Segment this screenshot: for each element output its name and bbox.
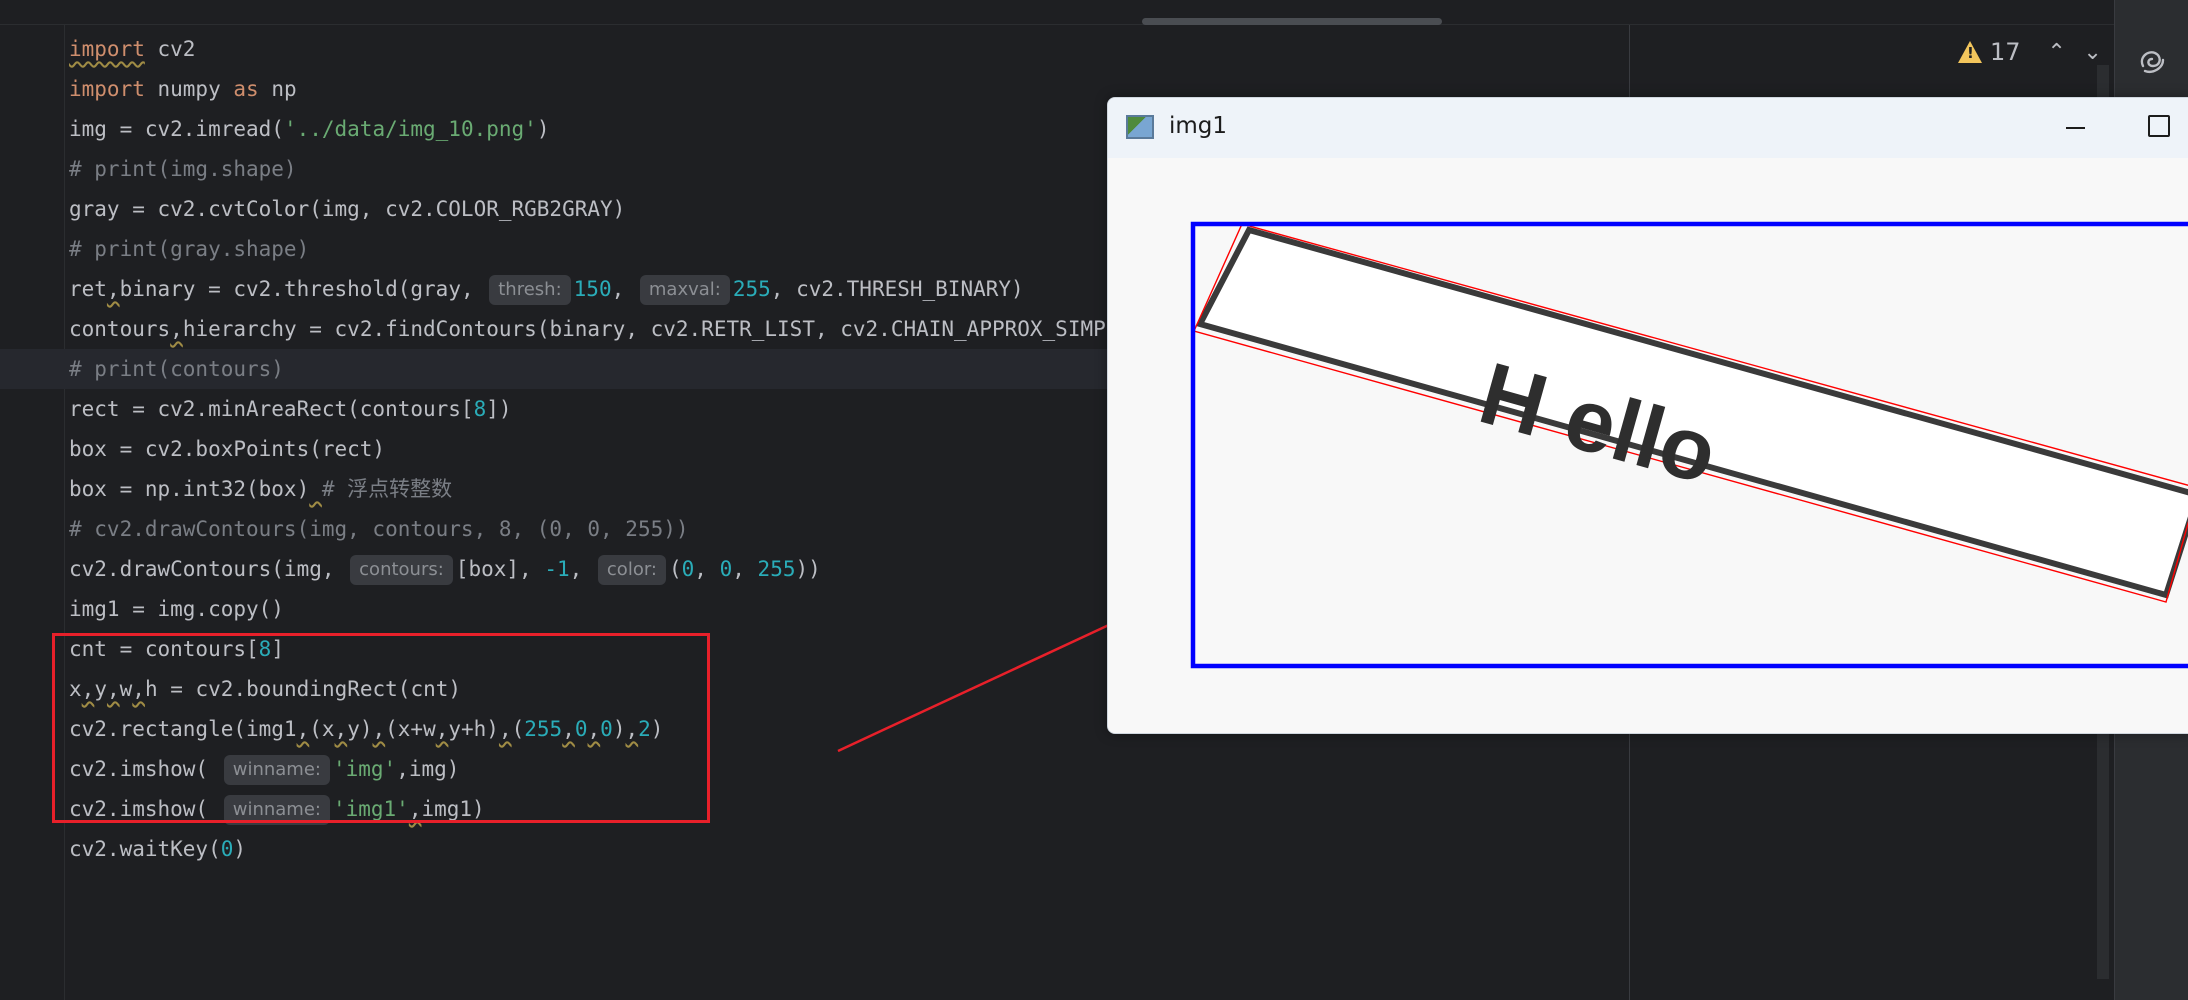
code-token: , (611, 277, 637, 301)
minimize-icon[interactable] (2060, 112, 2090, 142)
code-line[interactable]: import cv2 (0, 29, 2114, 69)
image-window[interactable]: img1 H ello (1107, 97, 2188, 734)
code-token: box = np.int32(box) (69, 477, 310, 501)
code-token: # print(img.shape) (69, 157, 297, 181)
code-token: ) (536, 117, 550, 141)
code-token: box = cv2.boxPoints(rect) (69, 437, 386, 461)
code-token: cv2 (144, 37, 196, 61)
window-app-icon (1126, 115, 1154, 139)
code-token: 150 (573, 277, 612, 301)
code-token: # print(contours) (69, 357, 284, 381)
code-token: numpy (144, 77, 234, 101)
parameter-hint: maxval: (639, 275, 730, 305)
code-token: ret (69, 277, 107, 301)
parameter-hint: thresh: (489, 275, 571, 305)
code-token: ( (668, 557, 682, 581)
code-token: img1 = img.copy() (69, 597, 284, 621)
code-token: gray = cv2.cvtColor(img, cv2.COLOR_RGB2G… (69, 197, 626, 221)
code-token: 255 (757, 557, 796, 581)
parameter-hint: contours: (350, 555, 453, 585)
code-token: cv2.drawContours(img, (69, 557, 348, 581)
inspection-widget[interactable]: 17 ⌃ ⌄ (1958, 34, 2107, 70)
code-token: 0 (681, 557, 695, 581)
code-token: [box], (455, 557, 545, 581)
code-token: binary = cv2.threshold(gray, (119, 277, 487, 301)
editor-tab-strip (0, 0, 2114, 25)
code-token: -1 (544, 557, 570, 581)
warning-icon (1958, 41, 1982, 63)
code-token: img = cv2.imread( (69, 117, 284, 141)
code-token: contours (69, 317, 171, 341)
code-token: 0 (719, 557, 733, 581)
code-token: , (106, 277, 120, 301)
code-token: , cv2.THRESH_BINARY) (770, 277, 1024, 301)
code-token: # cv2.drawContours(img, contours, 8, (0,… (69, 517, 689, 541)
code-token: )) (795, 557, 821, 581)
code-token: , (569, 557, 595, 581)
code-token: rect = cv2.minAreaRect(contours[ (69, 397, 474, 421)
code-token: hierarchy = cv2.findContours(binary, cv2… (182, 317, 1144, 341)
highlight-box (52, 633, 710, 823)
code-token: 8 (473, 397, 487, 421)
code-token: np (258, 77, 297, 101)
code-token: # 浮点转整数 (321, 477, 453, 501)
code-token: # print(gray.shape) (69, 237, 310, 261)
image-canvas: H ello (1108, 158, 2188, 733)
image-render: H ello (1190, 221, 2188, 669)
code-token: import (69, 37, 145, 61)
code-token: ) (233, 837, 247, 861)
code-line[interactable]: cv2.waitKey(0) (0, 829, 2114, 869)
maximize-icon[interactable] (2148, 115, 2170, 137)
window-titlebar[interactable]: img1 (1108, 98, 2188, 158)
chevron-up-icon[interactable]: ⌃ (2043, 40, 2071, 65)
warning-count[interactable]: 17 (1990, 38, 2021, 66)
code-token: 0 (220, 837, 234, 861)
code-token: 255 (732, 277, 771, 301)
code-token: cv2.waitKey( (69, 837, 221, 861)
code-token: import (69, 77, 145, 101)
code-token: ]) (486, 397, 512, 421)
horizontal-scrollbar[interactable] (1142, 18, 1442, 25)
code-token: , (732, 557, 758, 581)
parameter-hint: color: (597, 555, 666, 585)
ai-assistant-icon[interactable] (2135, 44, 2169, 78)
code-token: , (694, 557, 720, 581)
window-title: img1 (1169, 113, 1228, 139)
code-token: '../data/img_10.png' (283, 117, 537, 141)
code-token: as (233, 77, 259, 101)
chevron-down-icon[interactable]: ⌄ (2079, 40, 2107, 65)
code-token: , (170, 317, 183, 341)
